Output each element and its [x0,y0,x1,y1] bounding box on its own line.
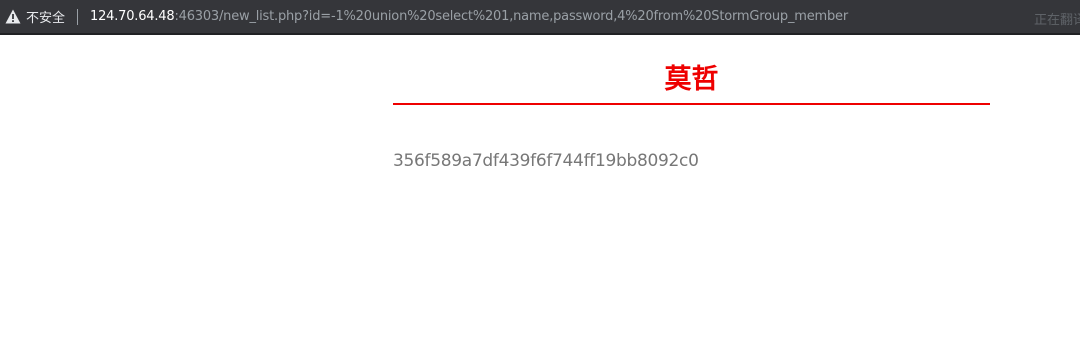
translate-status[interactable]: 正在翻译 [1034,9,1080,28]
security-status-label[interactable]: 不安全 [26,7,65,26]
url-path: :46303/new_list.php?id=-1%20union%20sele… [174,9,848,24]
result-text: 356f589a7df439f6f744ff19bb8092c0 [393,151,699,171]
warning-triangle-icon[interactable] [4,8,22,26]
address-bar[interactable]: 不安全 124.70.64.48:46303/new_list.php?id=-… [0,0,1080,35]
title-divider [393,103,990,105]
address-divider [77,8,79,25]
url-text[interactable]: 124.70.64.48:46303/new_list.php?id=-1%20… [90,9,848,24]
url-host: 124.70.64.48 [90,9,175,24]
page-title: 莫哲 [664,64,719,95]
page-content: 莫哲 356f589a7df439f6f744ff19bb8092c0 [393,35,990,171]
